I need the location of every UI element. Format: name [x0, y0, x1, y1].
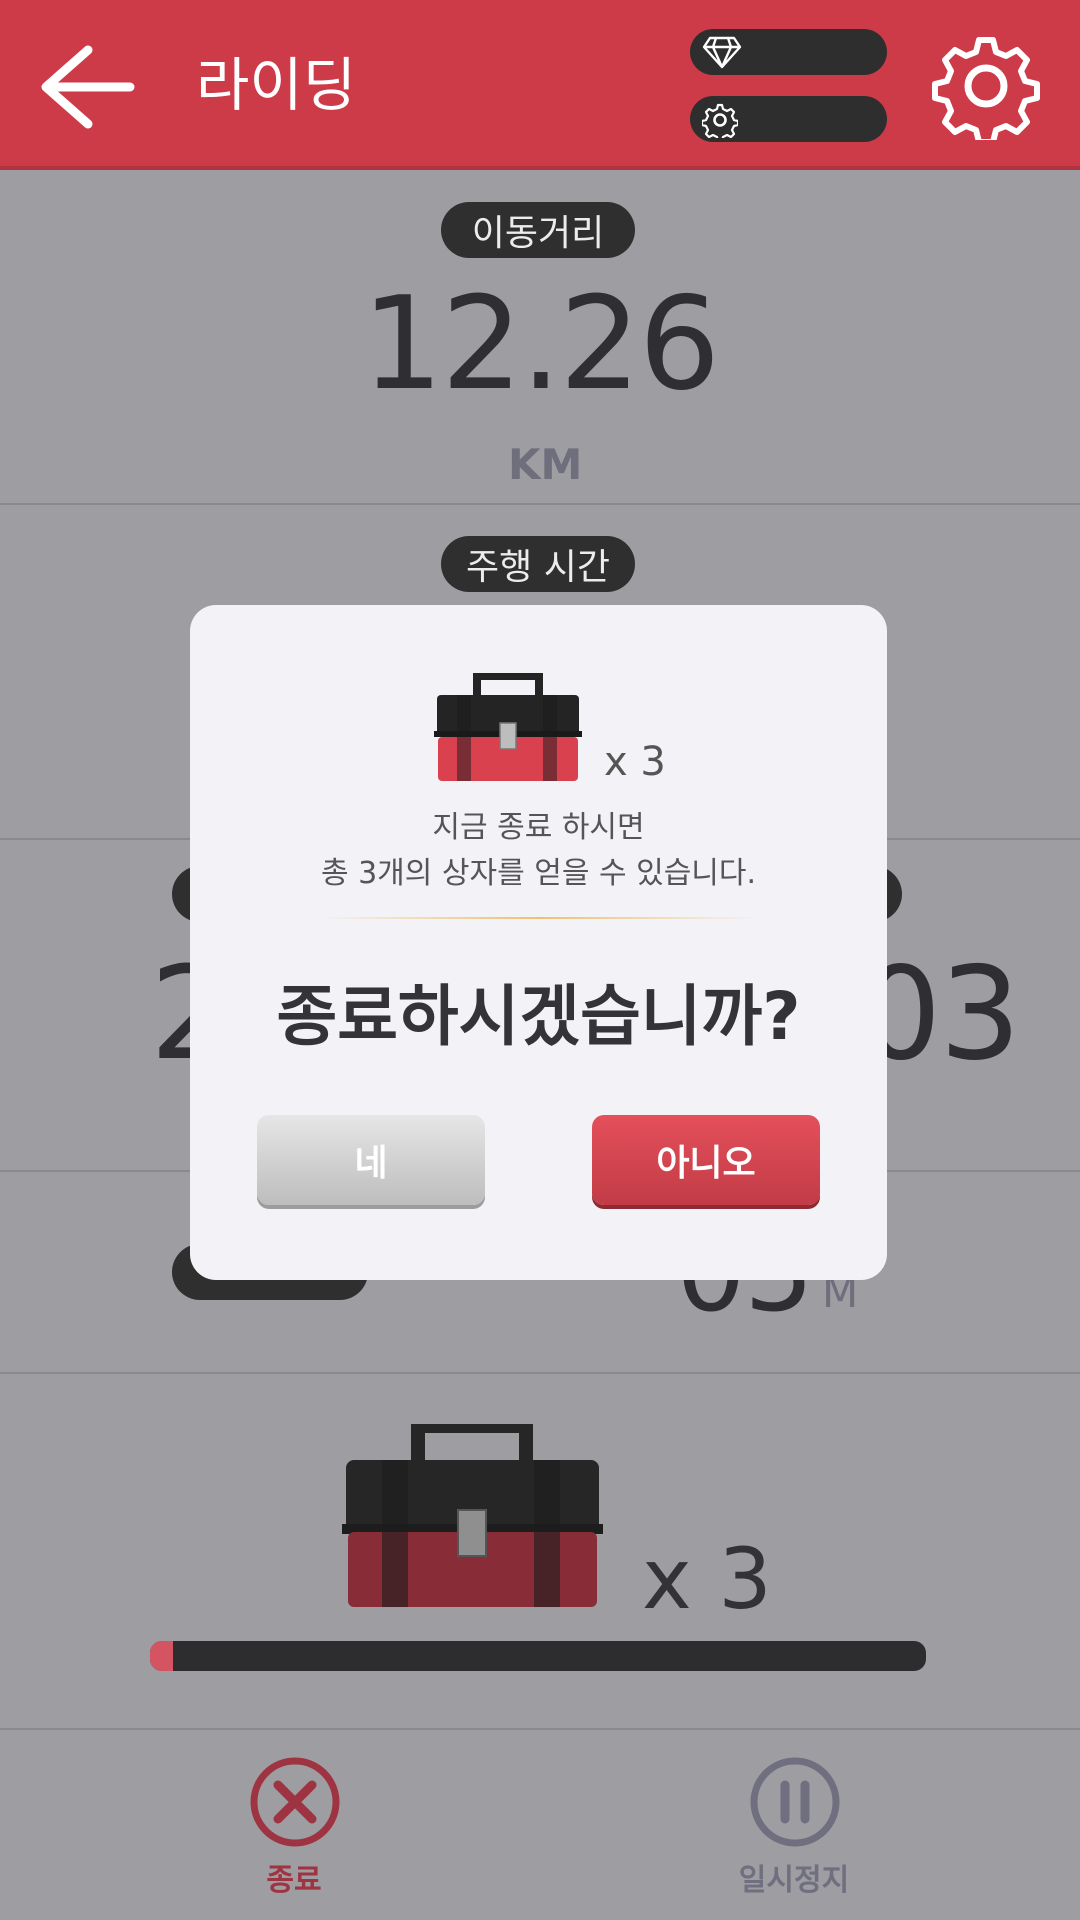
pause-label: 일시정지: [738, 1863, 850, 1898]
stat-value-right: 03: [860, 940, 1021, 1089]
page-title: 라이딩: [196, 51, 357, 119]
distance-label: 이동거리: [441, 202, 635, 258]
dialog-message-line1: 지금 종료 하시면: [432, 810, 645, 845]
dialog-message-line2: 총 3개의 상자를 얻을 수 있습니다.: [320, 856, 757, 891]
divider: [0, 1372, 1080, 1374]
header-divider: [0, 166, 1080, 170]
divider: [0, 1728, 1080, 1730]
toolbox-icon: [434, 673, 582, 781]
yes-button[interactable]: 네: [257, 1115, 485, 1205]
quit-label: 종료: [266, 1863, 322, 1898]
gear-icon[interactable]: [932, 32, 1040, 140]
dialog-question: 종료하시겠습니까?: [276, 978, 801, 1055]
parts-counter: [690, 96, 887, 142]
app-header: 라이딩: [0, 0, 1080, 170]
back-arrow-icon[interactable]: [38, 44, 138, 130]
reward-progress-bar: [150, 1641, 926, 1671]
diamond-icon: [702, 36, 742, 69]
divider: [0, 503, 1080, 505]
toolbox-icon: [342, 1424, 603, 1607]
time-label: 주행 시간: [441, 536, 635, 592]
no-button[interactable]: 아니오: [592, 1115, 820, 1205]
dialog-box-count: x 3: [604, 739, 666, 785]
gems-counter: [690, 29, 887, 75]
dialog-separator: [320, 917, 757, 919]
quit-confirm-dialog: x 3 지금 종료 하시면 총 3개의 상자를 얻을 수 있습니다. 종료하시겠…: [190, 605, 887, 1280]
distance-value: 12.26: [361, 270, 720, 419]
distance-unit: KM: [508, 440, 583, 489]
pause-circle-icon: [750, 1757, 840, 1847]
reward-progress-fill: [150, 1641, 174, 1671]
close-circle-icon: [250, 1757, 340, 1847]
gear-small-icon: [702, 103, 738, 138]
reward-count: x 3: [642, 1530, 772, 1628]
